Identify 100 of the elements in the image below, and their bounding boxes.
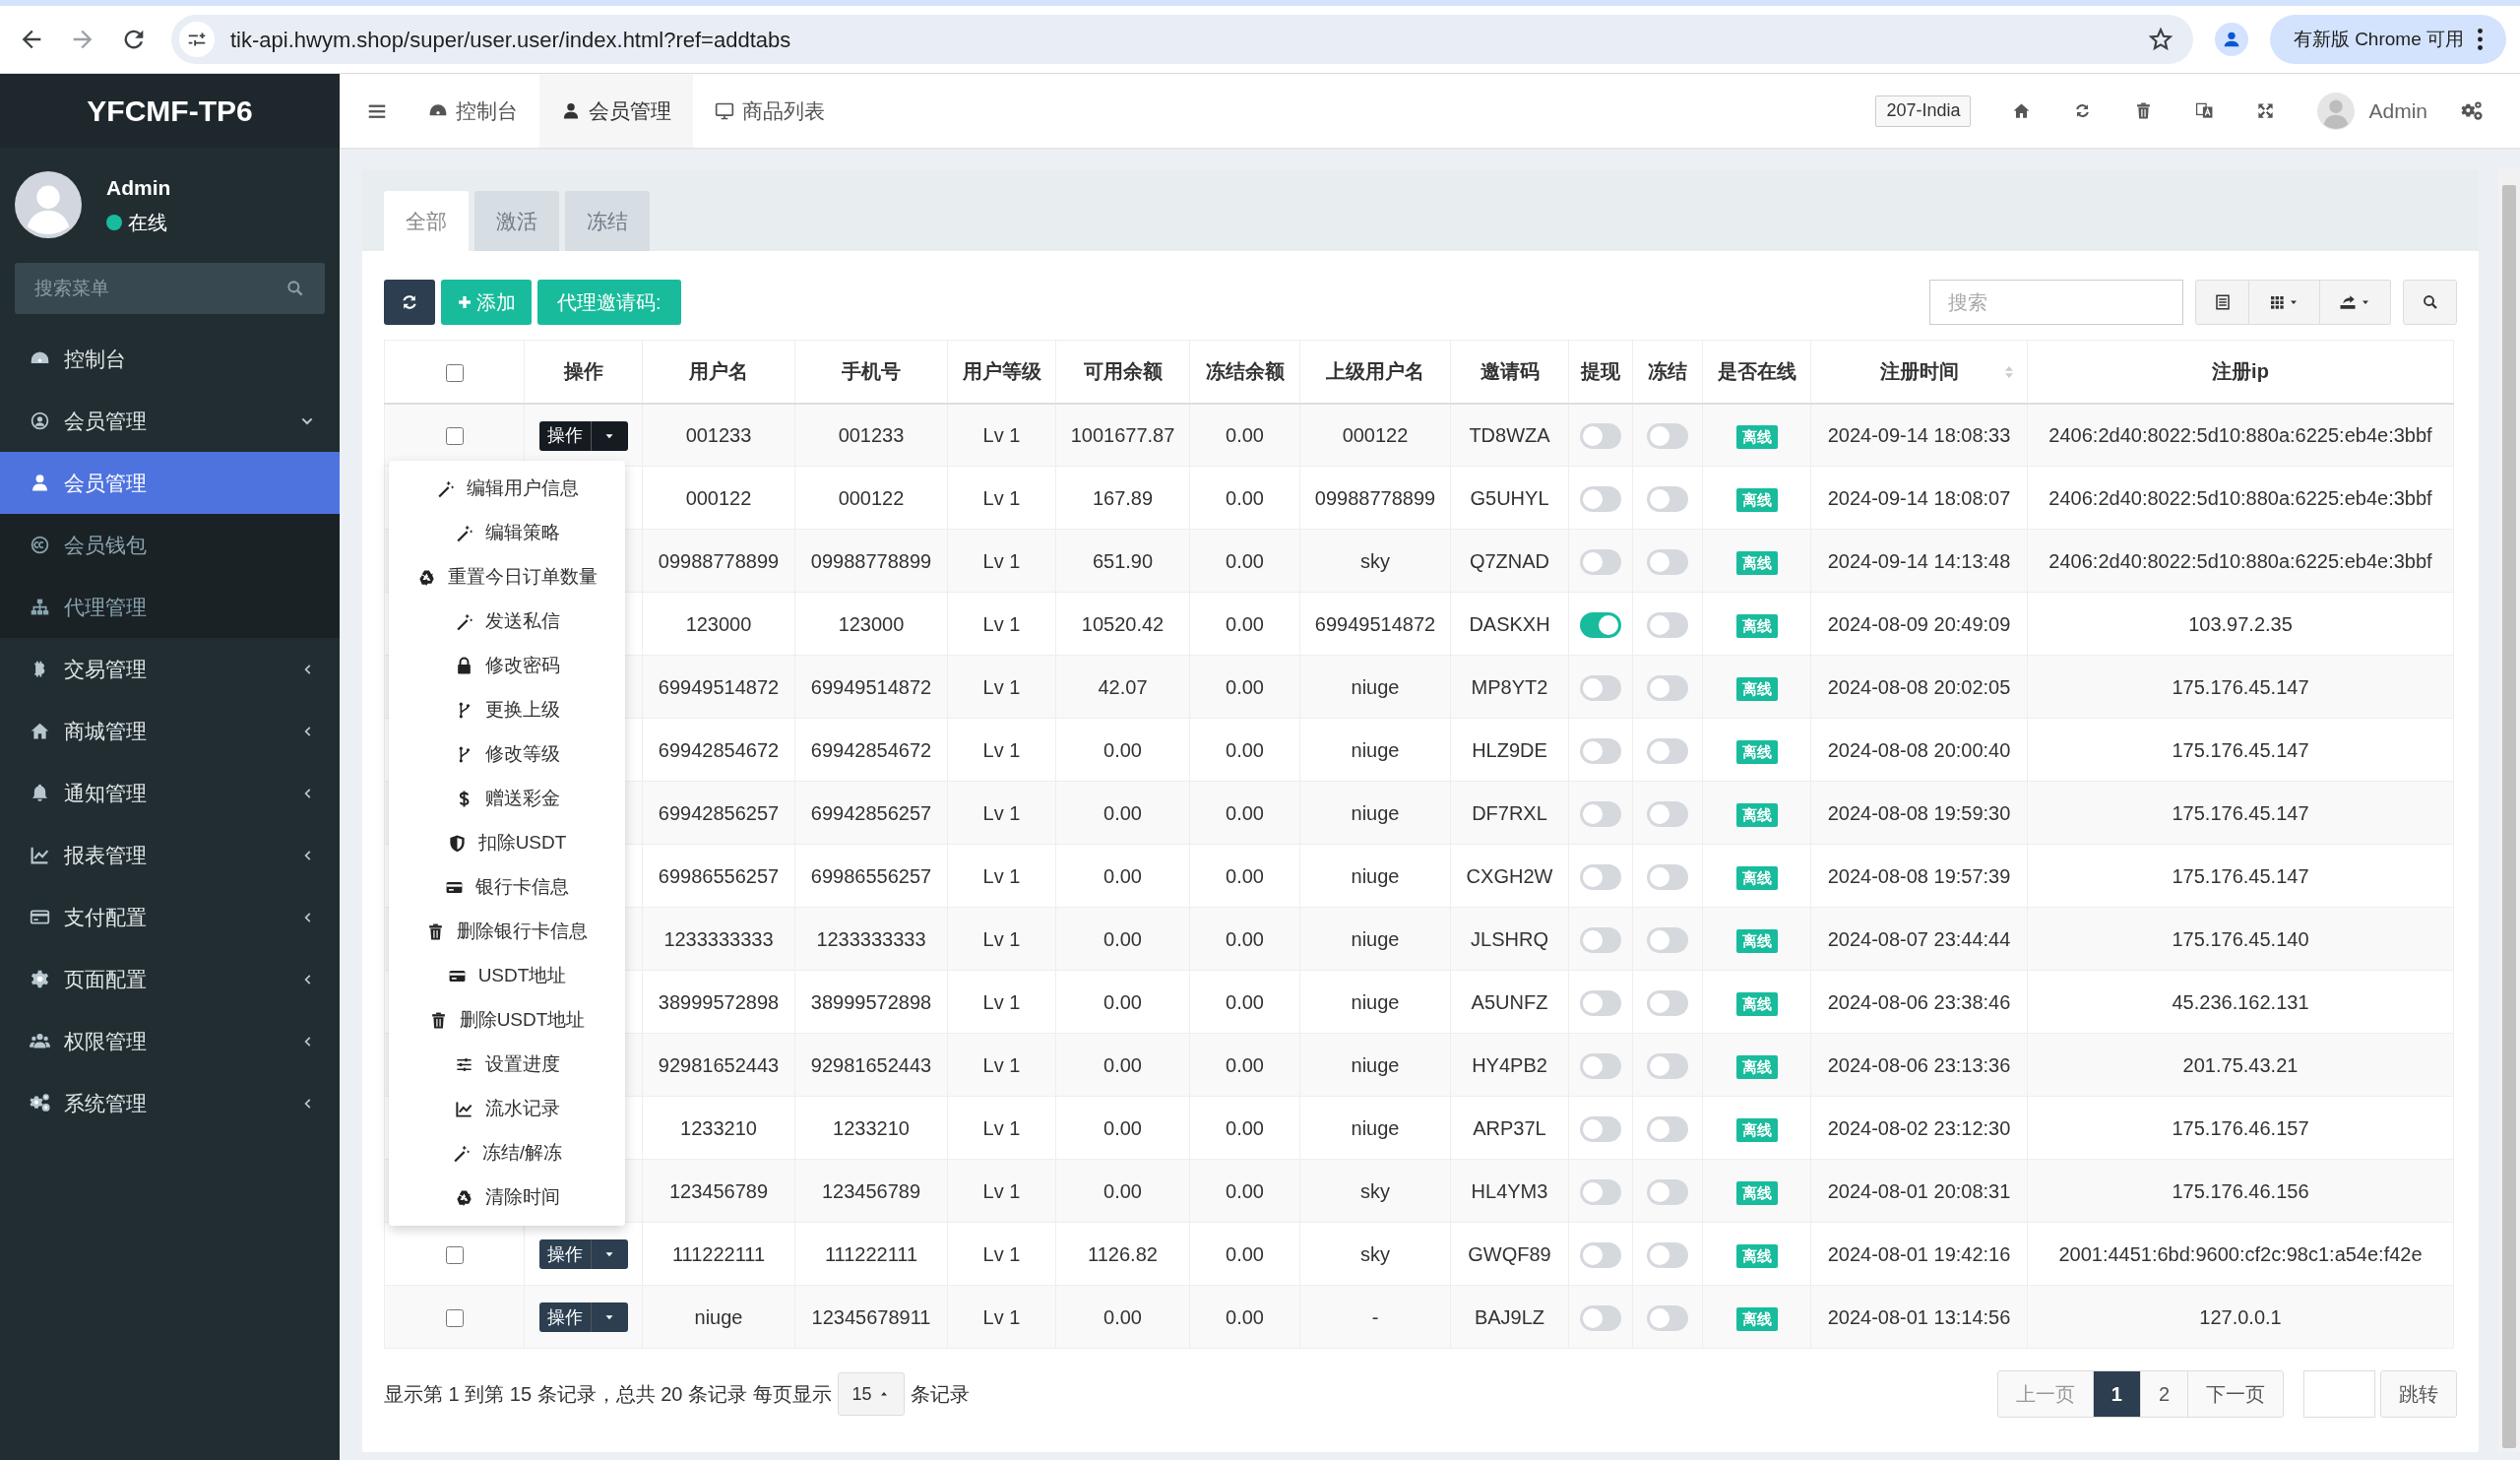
column-header[interactable]: 注册时间 xyxy=(1810,340,2028,404)
toggle-switch[interactable] xyxy=(1580,801,1621,828)
toggle-view-button[interactable] xyxy=(2195,280,2249,325)
nav-tab[interactable]: 控制台 xyxy=(407,74,539,148)
nav-tab[interactable]: 商品列表 xyxy=(693,74,847,148)
refresh-button[interactable] xyxy=(384,280,435,325)
toggle-switch[interactable] xyxy=(1580,1053,1621,1080)
toggle-switch[interactable] xyxy=(1647,423,1688,450)
menu-item[interactable]: 设置进度 xyxy=(389,1043,625,1087)
toggle-switch[interactable] xyxy=(1647,549,1688,576)
toggle-switch[interactable] xyxy=(1647,990,1688,1017)
select-all-checkbox[interactable] xyxy=(445,363,464,382)
toggle-switch[interactable] xyxy=(1580,1305,1621,1332)
row-checkbox[interactable] xyxy=(445,427,464,446)
table-cell: MP8YT2 xyxy=(1450,655,1569,719)
toggle-switch[interactable] xyxy=(1580,1179,1621,1206)
sidebar-item[interactable]: 系统管理 xyxy=(0,1072,340,1134)
sidebar-item[interactable]: 页面配置 xyxy=(0,948,340,1010)
jump-button[interactable]: 跳转 xyxy=(2380,1370,2457,1418)
nav-tab[interactable]: 会员管理 xyxy=(539,74,693,148)
action-dropdown-toggle[interactable] xyxy=(590,1239,628,1270)
toggle-switch[interactable] xyxy=(1647,486,1688,513)
table-cell: TD8WZA xyxy=(1450,403,1569,467)
menu-item[interactable]: 银行卡信息 xyxy=(389,865,625,910)
row-checkbox[interactable] xyxy=(445,1246,464,1265)
scrollbar[interactable] xyxy=(2498,169,2520,1452)
filter-tab[interactable]: 全部 xyxy=(384,191,469,251)
toggle-switch[interactable] xyxy=(1580,675,1621,702)
menu-item[interactable]: 冻结/解冻 xyxy=(389,1131,625,1175)
next-page-button[interactable]: 下一页 xyxy=(2187,1370,2284,1418)
toggle-switch[interactable] xyxy=(1580,423,1621,450)
menu-item[interactable]: 编辑策略 xyxy=(389,511,625,555)
page-jump-field[interactable] xyxy=(2303,1370,2375,1418)
toggle-switch[interactable] xyxy=(1580,927,1621,954)
action-dropdown-toggle[interactable] xyxy=(590,420,628,451)
menu-item[interactable]: 更换上级 xyxy=(389,688,625,732)
table-cell: Lv 1 xyxy=(947,1285,1056,1349)
profile-button[interactable] xyxy=(2214,23,2248,56)
sidebar-item[interactable]: 控制台 xyxy=(0,328,340,390)
menu-item[interactable]: 扣除USDT xyxy=(389,821,625,865)
menu-search-field[interactable]: 搜索菜单 xyxy=(15,263,325,314)
export-button[interactable] xyxy=(2320,280,2391,325)
menu-item[interactable]: 修改密码 xyxy=(389,644,625,688)
toggle-switch[interactable] xyxy=(1647,927,1688,954)
toggle-switch[interactable] xyxy=(1647,1242,1688,1269)
toggle-switch[interactable] xyxy=(1580,738,1621,765)
search-field[interactable]: 搜索 xyxy=(1929,280,2183,325)
sidebar-item[interactable]: 交易管理 xyxy=(0,638,340,700)
sidebar-item[interactable]: 商城管理 xyxy=(0,700,340,762)
site-info-button[interactable] xyxy=(179,22,215,57)
action-button[interactable]: 操作 xyxy=(538,1239,591,1270)
toggle-switch[interactable] xyxy=(1580,549,1621,576)
table-cell: 201.75.43.21 xyxy=(2027,1033,2454,1097)
search-button[interactable] xyxy=(2403,280,2457,325)
menu-item[interactable]: 赠送彩金 xyxy=(389,777,625,821)
toggle-switch[interactable] xyxy=(1580,612,1621,639)
sidebar-item[interactable]: 会员管理 xyxy=(0,390,340,452)
toggle-switch[interactable] xyxy=(1647,738,1688,765)
toggle-switch[interactable] xyxy=(1580,864,1621,891)
row-checkbox[interactable] xyxy=(445,1309,464,1328)
menu-item[interactable]: 修改等级 xyxy=(389,732,625,777)
submenu-item[interactable]: 会员管理 xyxy=(0,452,340,514)
sidebar-item[interactable]: 报表管理 xyxy=(0,824,340,886)
menu-item[interactable]: 清除时间 xyxy=(389,1175,625,1220)
columns-button[interactable] xyxy=(2249,280,2320,325)
toggle-switch[interactable] xyxy=(1647,612,1688,639)
menu-item[interactable]: 编辑用户信息 xyxy=(389,467,625,511)
menu-item[interactable]: 删除USDT地址 xyxy=(389,998,625,1043)
update-button[interactable]: 有新版 Chrome 可用 xyxy=(2269,15,2506,64)
table-cell: 12345678911 xyxy=(794,1285,948,1349)
menu-item[interactable]: 删除银行卡信息 xyxy=(389,910,625,954)
submenu-item[interactable]: 代理管理 xyxy=(0,576,340,638)
page-button[interactable]: 2 xyxy=(2139,1370,2188,1418)
toggle-switch[interactable] xyxy=(1647,1053,1688,1080)
sidebar-item[interactable]: 通知管理 xyxy=(0,762,340,824)
sidebar-item[interactable]: 权限管理 xyxy=(0,1010,340,1072)
page-button[interactable]: 1 xyxy=(2092,1370,2141,1418)
toggle-switch[interactable] xyxy=(1580,990,1621,1017)
action-button[interactable]: 操作 xyxy=(538,1302,591,1333)
user-menu[interactable]: Admin xyxy=(2303,80,2441,142)
submenu-item[interactable]: 会员钱包 xyxy=(0,514,340,576)
toggle-switch[interactable] xyxy=(1647,801,1688,828)
sidebar-item[interactable]: 支付配置 xyxy=(0,886,340,948)
region-badge[interactable]: 207-India xyxy=(1875,95,1972,127)
toggle-switch[interactable] xyxy=(1647,1116,1688,1143)
toggle-switch[interactable] xyxy=(1580,1242,1621,1269)
menu-item[interactable]: 重置今日订单数量 xyxy=(389,555,625,600)
toggle-switch[interactable] xyxy=(1647,864,1688,891)
toggle-switch[interactable] xyxy=(1647,1305,1688,1332)
address-bar[interactable]: tik-api.hwym.shop/super/user.user/index.html?ref=addtabs xyxy=(171,15,2193,64)
menu-item[interactable]: 流水记录 xyxy=(389,1087,625,1131)
page-size-dropdown[interactable]: 15 xyxy=(837,1372,905,1416)
menu-item[interactable]: USDT地址 xyxy=(389,954,625,998)
menu-item[interactable]: 发送私信 xyxy=(389,600,625,644)
toggle-switch[interactable] xyxy=(1580,486,1621,513)
toggle-switch[interactable] xyxy=(1647,675,1688,702)
action-dropdown-toggle[interactable] xyxy=(590,1302,628,1333)
toggle-switch[interactable] xyxy=(1647,1179,1688,1206)
action-button[interactable]: 操作 xyxy=(538,420,591,451)
toggle-switch[interactable] xyxy=(1580,1116,1621,1143)
